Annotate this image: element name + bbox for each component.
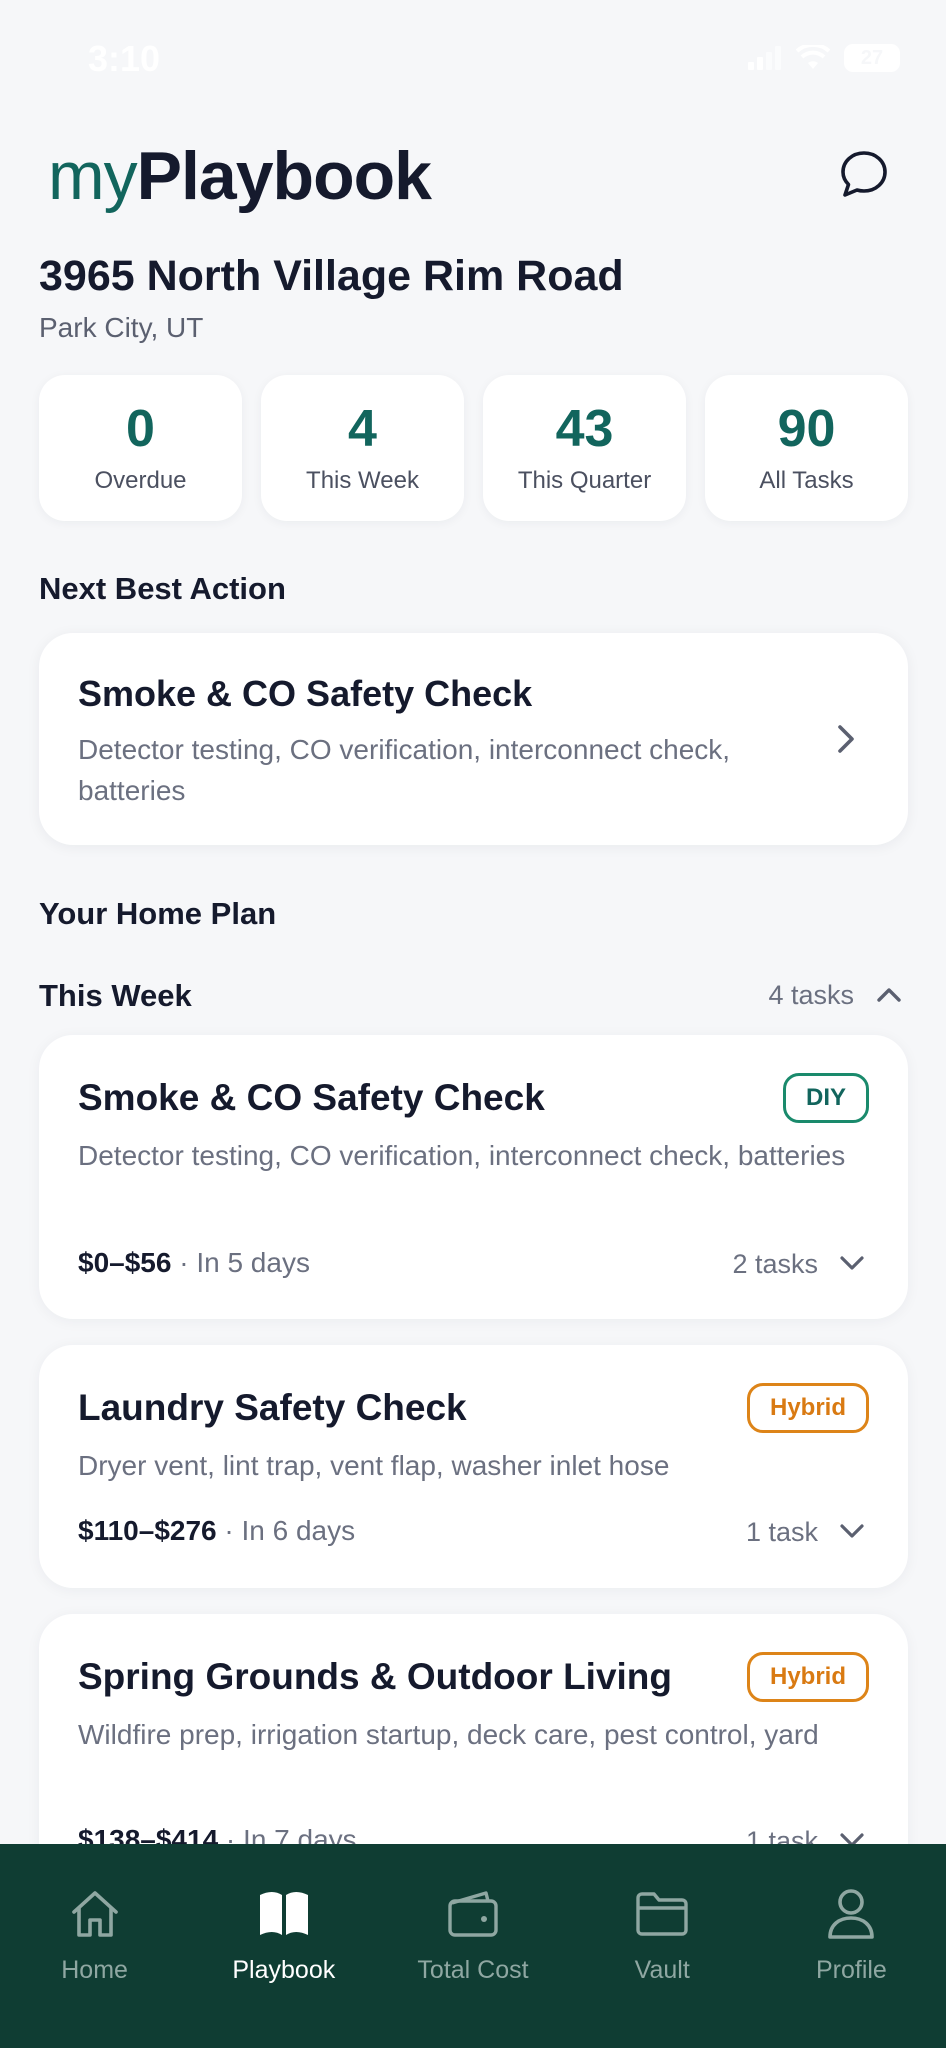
- signal-icon: [748, 46, 781, 70]
- task-description: Wildfire prep, irrigation startup, deck …: [78, 1719, 819, 1750]
- wallet-icon: [444, 1886, 502, 1942]
- task-card[interactable]: Laundry Safety Check Hybrid Dryer vent, …: [39, 1345, 908, 1588]
- home-plan-heading: Your Home Plan: [39, 896, 277, 931]
- stat-overdue[interactable]: 0 Overdue: [39, 375, 242, 521]
- task-title: Smoke & CO Safety Check: [78, 1077, 545, 1118]
- logo-prefix: my: [48, 138, 138, 214]
- chevron-down-icon[interactable]: [836, 1247, 868, 1279]
- tab-vault[interactable]: Vault: [568, 1844, 757, 2048]
- next-best-action-heading: Next Best Action: [39, 571, 286, 606]
- task-card[interactable]: Smoke & CO Safety Check DIY Detector tes…: [39, 1035, 908, 1319]
- stat-label: This Week: [306, 467, 419, 494]
- app-logo: myPlaybook: [48, 136, 432, 216]
- chevron-right-icon: [838, 725, 854, 753]
- group-title: This Week: [39, 978, 192, 1013]
- tab-label: Total Cost: [417, 1956, 529, 1984]
- task-due: · In 6 days: [216, 1515, 356, 1546]
- stat-label: All Tasks: [759, 467, 854, 494]
- tab-label: Playbook: [232, 1956, 336, 1984]
- task-due: · In 5 days: [171, 1247, 310, 1278]
- task-cost: $110–$276: [78, 1515, 217, 1546]
- task-title: Laundry Safety Check: [78, 1387, 467, 1428]
- property-city: Park City, UT: [39, 312, 204, 343]
- home-icon: [66, 1886, 124, 1942]
- nba-title: Smoke & CO Safety Check: [78, 673, 533, 714]
- battery-icon: 27: [844, 44, 900, 72]
- group-task-count: 4 tasks: [768, 980, 854, 1010]
- chat-button[interactable]: [836, 146, 892, 202]
- chevron-down-icon[interactable]: [836, 1515, 868, 1547]
- task-cost: $0–$56: [78, 1247, 172, 1278]
- person-icon: [822, 1886, 880, 1942]
- stat-label: This Quarter: [517, 467, 652, 494]
- tab-playbook[interactable]: Playbook: [189, 1844, 378, 2048]
- nba-description: Detector testing, CO verification, inter…: [78, 734, 731, 806]
- tab-label: Profile: [815, 1956, 887, 1984]
- tab-home[interactable]: Home: [0, 1844, 189, 2048]
- task-title: Spring Grounds & Outdoor Living: [78, 1656, 673, 1697]
- battery-level: 27: [860, 46, 884, 69]
- task-description: Dryer vent, lint trap, vent flap, washer…: [78, 1450, 670, 1481]
- chevron-up-icon[interactable]: [872, 978, 906, 1012]
- stat-value: 43: [555, 400, 614, 458]
- task-type-badge: Hybrid: [746, 1383, 869, 1433]
- chat-bubble-icon: [841, 151, 887, 197]
- stat-this-week[interactable]: 4 This Week: [261, 375, 464, 521]
- stat-value: 90: [777, 400, 836, 458]
- group-header-this-week[interactable]: This Week 4 tasks: [39, 974, 908, 1018]
- task-subtask-count: 2 tasks: [732, 1249, 818, 1279]
- task-meta: $110–$276 · In 6 days: [78, 1515, 355, 1547]
- logo-name: Playbook: [136, 138, 432, 214]
- task-type-badge: DIY: [782, 1073, 869, 1123]
- book-icon: [255, 1886, 313, 1942]
- stat-all-tasks[interactable]: 90 All Tasks: [705, 375, 908, 521]
- status-bar: 3:10 27: [0, 0, 946, 120]
- folder-icon: [633, 1886, 691, 1942]
- status-time: 3:10: [88, 38, 161, 79]
- stat-this-quarter[interactable]: 43 This Quarter: [483, 375, 686, 521]
- wifi-icon: [796, 45, 830, 69]
- bottom-tab-bar: Home Playbook Total Cost Vault Profile: [0, 1844, 946, 2048]
- stat-value: 4: [348, 400, 377, 458]
- app-header: myPlaybook: [48, 136, 898, 216]
- task-type-badge: Hybrid: [746, 1652, 869, 1702]
- tab-profile[interactable]: Profile: [757, 1844, 946, 2048]
- tab-total-cost[interactable]: Total Cost: [378, 1844, 567, 2048]
- stat-label: Overdue: [94, 467, 187, 494]
- task-description: Detector testing, CO verification, inter…: [78, 1140, 846, 1171]
- stats-row: 0 Overdue 4 This Week 43 This Quarter 90…: [39, 375, 908, 521]
- next-best-action-card[interactable]: Smoke & CO Safety Check Detector testing…: [39, 633, 908, 845]
- task-meta: $0–$56 · In 5 days: [78, 1247, 310, 1279]
- property-address: 3965 North Village Rim Road: [39, 252, 624, 300]
- status-icons: 27: [748, 44, 900, 72]
- task-subtask-count: 1 task: [745, 1517, 818, 1547]
- stat-value: 0: [126, 400, 155, 458]
- tab-label: Home: [61, 1956, 128, 1984]
- tab-label: Vault: [634, 1956, 690, 1984]
